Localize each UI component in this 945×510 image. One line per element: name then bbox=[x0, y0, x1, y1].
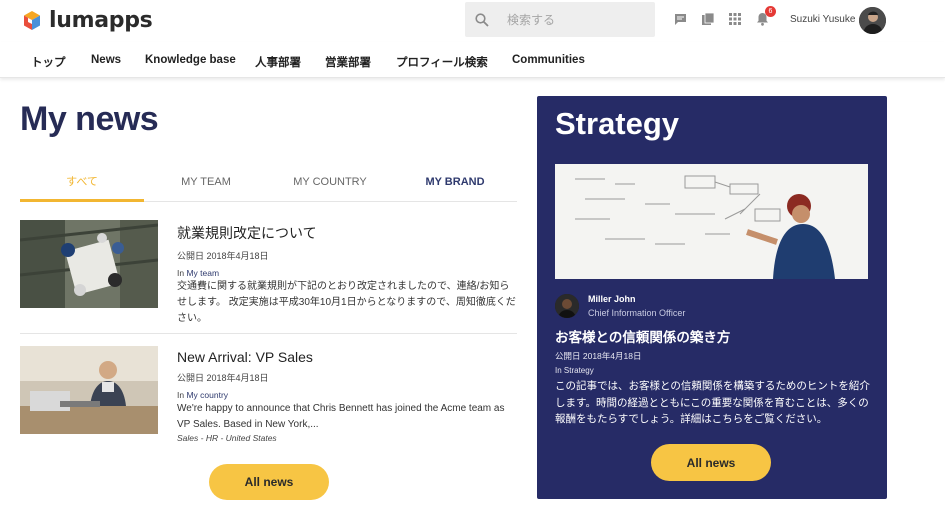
article-title[interactable]: New Arrival: VP Sales bbox=[177, 349, 517, 365]
tab-my-brand[interactable]: MY BRAND bbox=[393, 168, 517, 202]
article-tags: Sales - HR - United States bbox=[177, 433, 277, 443]
search-input[interactable] bbox=[507, 12, 637, 27]
author-role: Chief Information Officer bbox=[588, 308, 686, 318]
tab-my-country[interactable]: MY COUNTRY bbox=[268, 168, 392, 202]
article-date: 公開日 2018年4月18日 bbox=[177, 251, 269, 261]
article-category-link[interactable]: My team bbox=[186, 268, 219, 278]
article-thumbnail-businessman[interactable] bbox=[20, 346, 158, 434]
card-title: Strategy bbox=[555, 106, 680, 141]
nav-item-news[interactable]: News bbox=[91, 54, 121, 66]
tab-my-team[interactable]: MY TEAM bbox=[144, 168, 268, 202]
news-tabs: すべて MY TEAM MY COUNTRY MY BRAND bbox=[20, 168, 517, 202]
article-title[interactable]: 就業規則改定について bbox=[177, 223, 517, 243]
article-divider bbox=[20, 333, 517, 334]
card-date: 公開日 2018年4月18日 bbox=[555, 351, 642, 361]
article-excerpt: 交通費に関する就業規則が下記のとおり改定されましたので、連絡/お知らせします。 … bbox=[177, 281, 516, 324]
search-icon bbox=[475, 12, 489, 27]
notification-badge: 6 bbox=[765, 6, 776, 17]
card-excerpt: この記事では、お客様との信頼関係を構築するためのヒントを紹介します。時間の経過と… bbox=[555, 380, 870, 425]
lumapps-logo-icon bbox=[24, 10, 40, 30]
article-date: 公開日 2018年4月18日 bbox=[177, 373, 269, 383]
nav-item-knowledge-base[interactable]: Knowledge base bbox=[145, 54, 236, 66]
article-category: In My team bbox=[177, 268, 220, 278]
nav-item-sales-dept[interactable]: 営業部署 bbox=[325, 54, 371, 70]
featured-card: Strategy Miller John Chief Information O… bbox=[537, 96, 887, 499]
page-title: My news bbox=[20, 100, 159, 138]
article-thumbnail-meeting[interactable] bbox=[20, 220, 158, 308]
author-avatar[interactable] bbox=[555, 294, 579, 318]
nav-item-hr-dept[interactable]: 人事部署 bbox=[255, 54, 301, 70]
card-all-news-button[interactable]: All news bbox=[651, 444, 771, 481]
apps-grid-icon[interactable] bbox=[728, 12, 742, 26]
card-category: In Strategy bbox=[555, 366, 594, 375]
author-name[interactable]: Miller John bbox=[588, 294, 636, 304]
card-headline[interactable]: お客様との信頼関係の築き方 bbox=[555, 326, 730, 346]
user-name[interactable]: Suzuki Yusuke bbox=[790, 14, 855, 25]
article-excerpt: We're happy to announce that Chris Benne… bbox=[177, 403, 505, 430]
main-nav: トップ News Knowledge base 人事部署 営業部署 プロフィール… bbox=[0, 42, 945, 78]
news-item[interactable]: New Arrival: VP Sales 公開日 2018年4月18日 In … bbox=[20, 346, 517, 446]
card-image-whiteboard[interactable] bbox=[555, 164, 868, 279]
news-item[interactable]: 就業規則改定について 公開日 2018年4月18日 In My team 交通費… bbox=[20, 220, 517, 324]
article-category: In My country bbox=[177, 390, 229, 400]
nav-item-communities[interactable]: Communities bbox=[512, 54, 585, 66]
user-avatar[interactable] bbox=[859, 7, 886, 34]
tab-all[interactable]: すべて bbox=[20, 168, 144, 202]
chat-icon[interactable] bbox=[673, 12, 687, 26]
logo-text: lumapps bbox=[49, 8, 153, 33]
logo[interactable]: lumapps bbox=[20, 8, 153, 33]
nav-item-top[interactable]: トップ bbox=[31, 54, 66, 70]
article-category-link[interactable]: My country bbox=[186, 390, 228, 400]
search-box[interactable] bbox=[465, 2, 655, 37]
library-icon[interactable] bbox=[701, 12, 715, 26]
all-news-button[interactable]: All news bbox=[209, 464, 329, 500]
nav-item-profile-search[interactable]: プロフィール検索 bbox=[396, 54, 488, 70]
top-bar: lumapps 6 Suzuki Yusuke bbox=[0, 0, 945, 42]
